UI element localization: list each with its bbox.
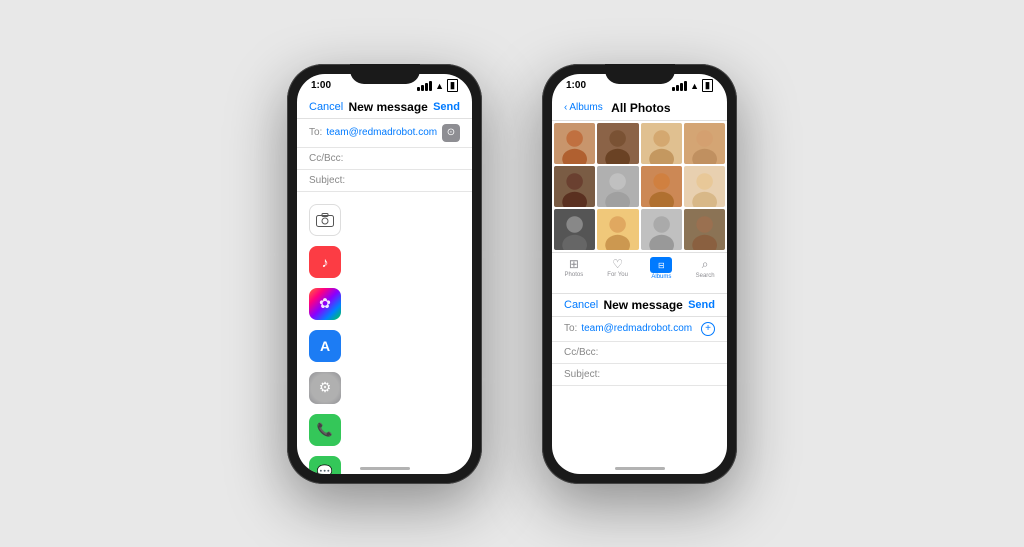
cancel-button-1[interactable]: Cancel (309, 101, 343, 113)
phone-app-icon: 📞 (309, 414, 341, 446)
wifi-icon: ▲ (435, 81, 444, 91)
foryou-tab-label: For You (607, 272, 628, 278)
to-value-2: team@redmadrobot.com (581, 323, 692, 334)
photos-tab-icon: ⊞ (569, 257, 579, 271)
add-recipient-button[interactable]: + (701, 322, 715, 336)
home-indicator-2 (615, 467, 665, 470)
albums-tab-label: Albums (651, 274, 671, 280)
phone-1: 1:00 ▲ ▮ Cancel New message Send To: tea… (287, 64, 482, 484)
time-2: 1:00 (566, 80, 586, 91)
to-label-1: To: (309, 127, 322, 138)
photo-cell-12[interactable] (684, 209, 725, 250)
nav-bar-1: Cancel New message Send (297, 96, 472, 119)
nav-bar-2: Cancel New message Send (552, 294, 727, 317)
camera-icon (309, 204, 341, 236)
photo-cell-2[interactable] (597, 123, 638, 164)
signal-icon (417, 81, 432, 91)
photo-cell-3[interactable] (641, 123, 682, 164)
photo-cell-6[interactable] (597, 166, 638, 207)
photo-cell-11[interactable] (641, 209, 682, 250)
messages-icon: 💬 (309, 456, 341, 474)
notch-2 (605, 64, 675, 84)
photo-grid (552, 121, 727, 253)
subject-field-2[interactable]: Subject: (552, 364, 727, 386)
send-button-1[interactable]: Send (433, 101, 460, 113)
share-appstore-row[interactable]: A (297, 324, 472, 368)
compose-bottom: Cancel New message Send To: team@redmadr… (552, 294, 727, 474)
share-sheet: ♪ ✿ A ⚙ (297, 192, 472, 474)
tab-photos[interactable]: ⊞ Photos (552, 257, 596, 280)
albums-back-button[interactable]: ‹ Albums (564, 102, 603, 113)
photo-cell-10[interactable] (597, 209, 638, 250)
tab-foryou[interactable]: ♡ For You (596, 257, 640, 280)
screen-2: 1:00 ▲ ▮ ‹ (552, 74, 727, 474)
photo-cell-8[interactable] (684, 166, 725, 207)
cc-label-2: Cc/Bcc: (564, 347, 598, 358)
wifi-icon-2: ▲ (690, 81, 699, 91)
nav-title-2: New message (603, 298, 682, 312)
albums-nav: ‹ Albums All Photos (552, 96, 727, 121)
to-value-1: team@redmadrobot.com (326, 127, 437, 138)
battery-icon-2: ▮ (702, 79, 713, 92)
photos-tab-label: Photos (565, 272, 584, 278)
phone-2: 1:00 ▲ ▮ ‹ (542, 64, 737, 484)
cc-label-1: Cc/Bcc: (309, 153, 343, 164)
share-messages-row[interactable]: 💬 (297, 450, 472, 474)
photos-icon: ✿ (309, 288, 341, 320)
split-screen: 1:00 ▲ ▮ ‹ (552, 74, 727, 474)
share-settings-row[interactable]: ⚙ (297, 366, 472, 410)
photo-cell-1[interactable] (554, 123, 595, 164)
albums-back-label: Albums (569, 102, 602, 113)
albums-tab-icon: ⊟ (650, 257, 672, 273)
appstore-icon: A (309, 330, 341, 362)
search-tab-label: Search (696, 273, 715, 279)
send-button-2[interactable]: Send (688, 299, 715, 311)
cancel-button-2[interactable]: Cancel (564, 299, 598, 311)
camera-attach-icon[interactable]: ⊙ (442, 124, 460, 142)
chevron-left-icon: ‹ (564, 102, 567, 113)
photo-picker: 1:00 ▲ ▮ ‹ (552, 74, 727, 294)
status-icons-1: ▲ ▮ (417, 79, 458, 92)
tab-bar: ⊞ Photos ♡ For You ⊟ Albums ⌕ (552, 252, 727, 282)
search-tab-icon: ⌕ (702, 257, 709, 272)
share-music-row[interactable]: ♪ (297, 240, 472, 284)
home-indicator-1 (360, 467, 410, 470)
share-photos-row[interactable]: ✿ (297, 282, 472, 326)
cc-field-2[interactable]: Cc/Bcc: (552, 342, 727, 364)
share-phone-row[interactable]: 📞 (297, 408, 472, 452)
albums-title: All Photos (611, 101, 670, 115)
foryou-tab-icon: ♡ (612, 257, 623, 271)
subject-label-2: Subject: (564, 369, 600, 380)
battery-icon: ▮ (447, 79, 458, 92)
tab-albums[interactable]: ⊟ Albums (640, 257, 684, 280)
to-field-2[interactable]: To: team@redmadrobot.com + (552, 317, 727, 342)
settings-icon: ⚙ (309, 372, 341, 404)
tab-search[interactable]: ⌕ Search (683, 257, 727, 280)
to-label-2: To: (564, 323, 577, 334)
signal-icon-2 (672, 81, 687, 91)
subject-label-1: Subject: (309, 175, 345, 186)
time-1: 1:00 (311, 80, 331, 91)
cc-field-1[interactable]: Cc/Bcc: (297, 148, 472, 170)
photo-cell-9[interactable] (554, 209, 595, 250)
to-field-1[interactable]: To: team@redmadrobot.com ⊙ (297, 119, 472, 148)
nav-title-1: New message (348, 100, 427, 114)
subject-field-1[interactable]: Subject: (297, 170, 472, 192)
notch-1 (350, 64, 420, 84)
status-icons-2: ▲ ▮ (672, 79, 713, 92)
photo-cell-4[interactable] (684, 123, 725, 164)
photo-cell-7[interactable] (641, 166, 682, 207)
share-camera-row[interactable] (297, 198, 472, 242)
music-icon: ♪ (309, 246, 341, 278)
photo-cell-5[interactable] (554, 166, 595, 207)
screen-1: 1:00 ▲ ▮ Cancel New message Send To: tea… (297, 74, 472, 474)
